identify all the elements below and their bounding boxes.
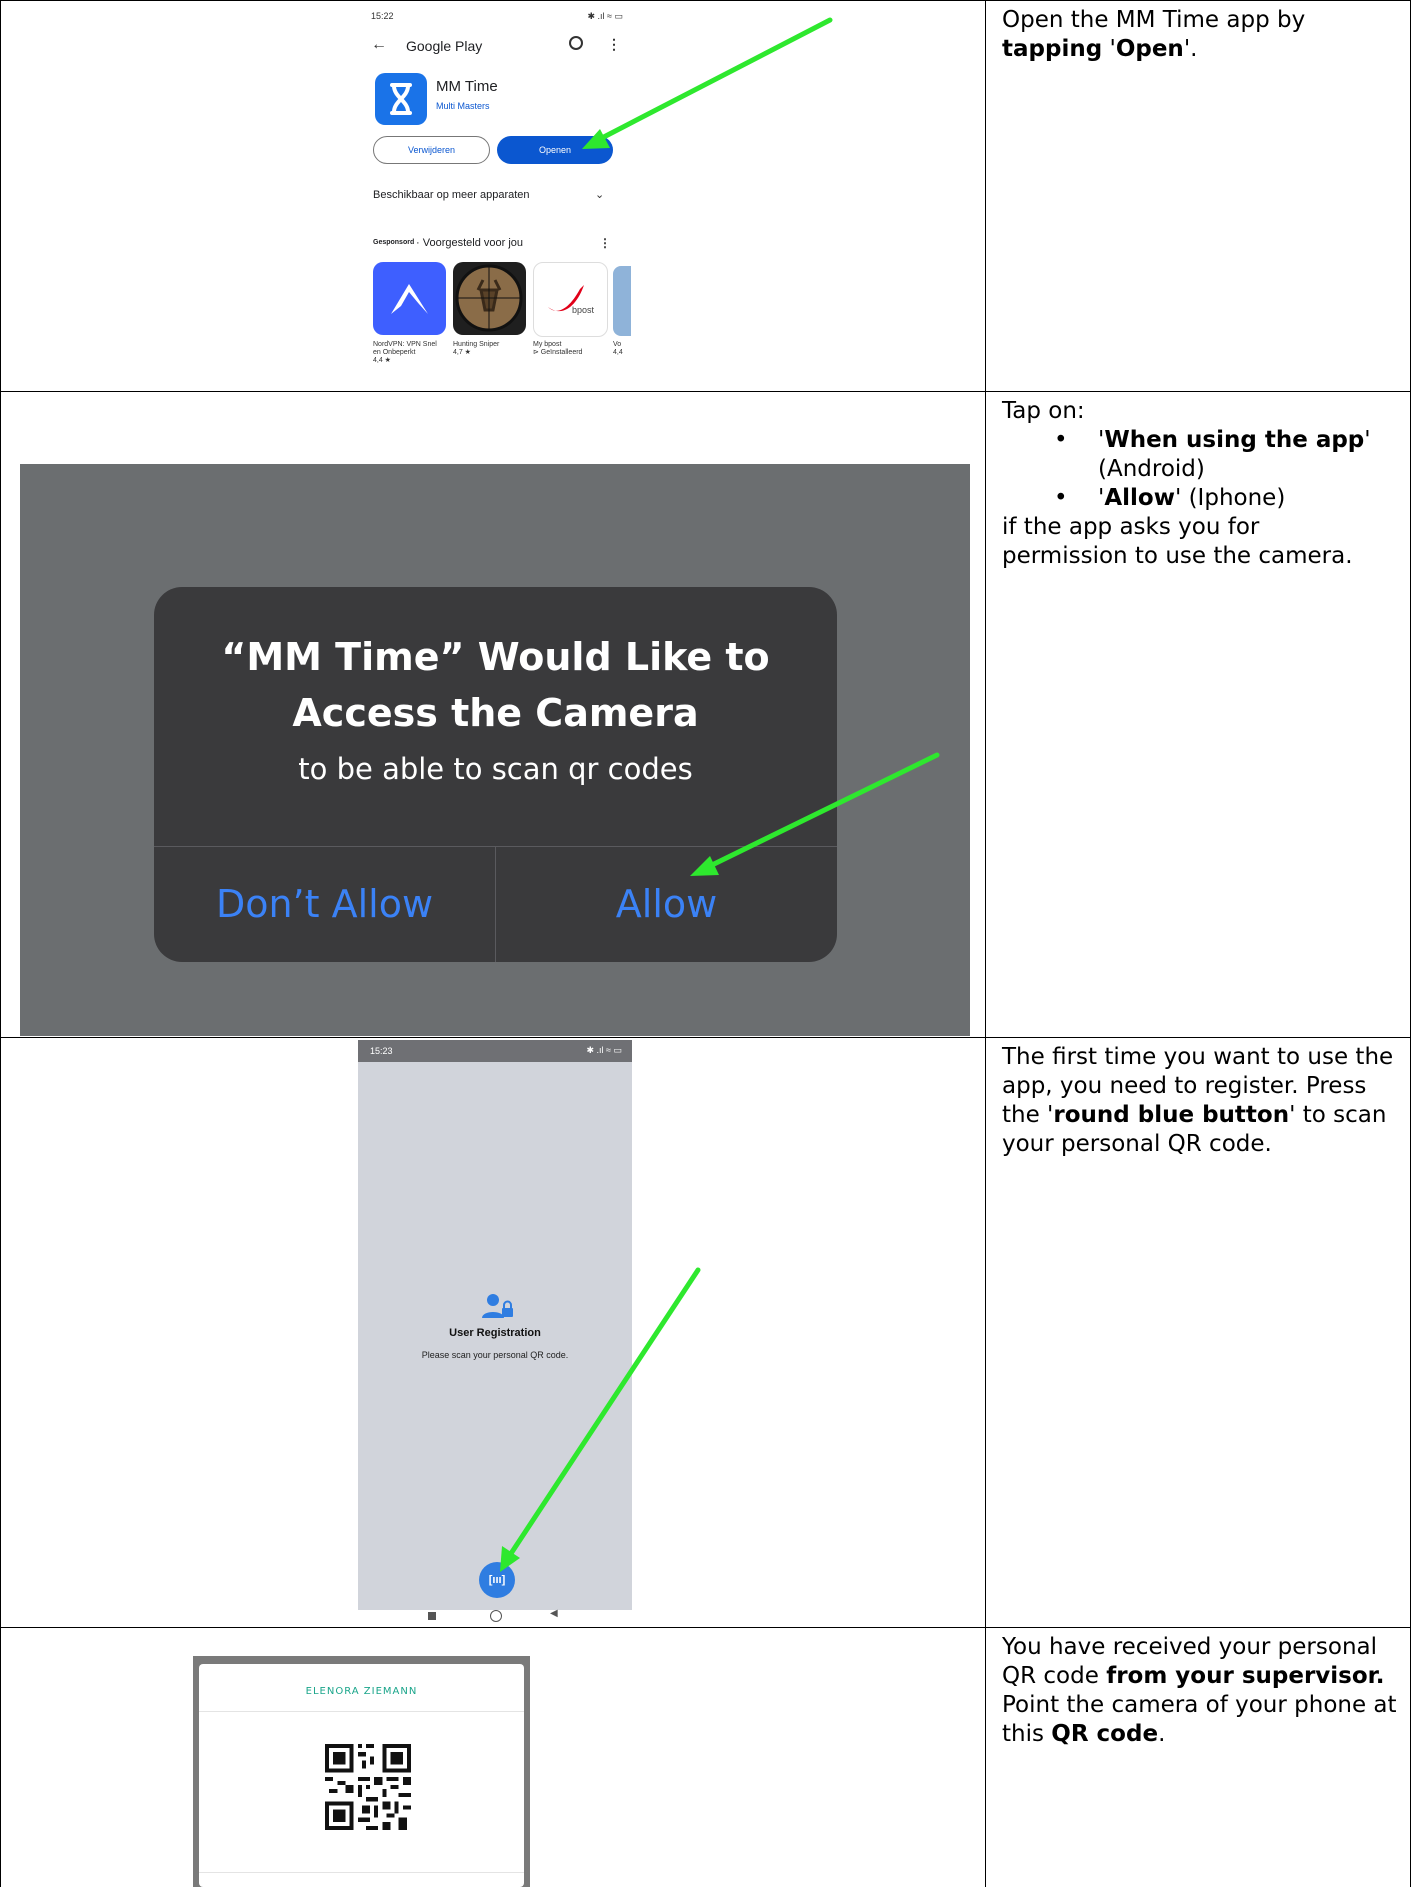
developer-name[interactable]: Multi Masters bbox=[436, 101, 490, 111]
recents-icon[interactable] bbox=[428, 1612, 436, 1620]
status-icons: ✱ .ıl ≈ ▭ bbox=[586, 1045, 623, 1055]
row-divider-1 bbox=[0, 391, 1410, 392]
app-install-status: ⊳ Geïnstalleerd bbox=[533, 349, 583, 356]
qr-card: ELENORA ZIEMANN bbox=[199, 1664, 524, 1887]
more-vert-icon[interactable]: ⋮ bbox=[607, 36, 621, 53]
instruction-bold: round blue button bbox=[1053, 1102, 1290, 1128]
home-icon[interactable] bbox=[490, 1610, 502, 1622]
status-bar: 15:22 ✱ .ıl ≈ ▭ bbox=[371, 11, 623, 25]
back-icon[interactable]: ◀ bbox=[550, 1608, 558, 1619]
row-divider-3 bbox=[0, 1627, 1410, 1628]
uninstall-button-label: Verwijderen bbox=[407, 145, 456, 155]
bullet-iphone: 'Allow' (Iphone) bbox=[1002, 484, 1402, 513]
instruction-open-app: Open the MM Time app by tapping 'Open'. bbox=[1002, 6, 1402, 64]
app-tile-bpost-icon[interactable]: bpost bbox=[533, 262, 608, 337]
registration-screenshot: 15:23 ✱ .ıl ≈ ▭ User Registration Please… bbox=[358, 1040, 632, 1625]
suggested-label: · Voorgesteld voor jou bbox=[416, 237, 524, 249]
instruction-text: ' bbox=[1102, 36, 1116, 62]
row-divider-2 bbox=[0, 1037, 1410, 1038]
bullet-android: 'When using the app'(Android) bbox=[1002, 426, 1402, 484]
allow-button[interactable]: Allow bbox=[496, 847, 837, 962]
suggested-text: Voorgesteld voor jou bbox=[422, 237, 524, 249]
instruction-bold: Allow bbox=[1104, 485, 1175, 511]
app-tile-bpost-name: My bpost ⊳ Geïnstalleerd bbox=[533, 341, 582, 357]
open-button[interactable]: Openen bbox=[497, 136, 613, 164]
registration-screen: User Registration Please scan your perso… bbox=[358, 1062, 632, 1610]
column-divider bbox=[985, 0, 986, 1887]
nav-bar: ◀ bbox=[358, 1608, 632, 1625]
instruction-bold: Open bbox=[1115, 36, 1184, 62]
status-time: 15:22 bbox=[371, 11, 394, 21]
app-name-line: My bpost bbox=[533, 341, 562, 348]
registration-subtitle: Please scan your personal QR code. bbox=[421, 1350, 569, 1360]
qr-card-screenshot: ELENORA ZIEMANN bbox=[193, 1656, 530, 1887]
app-name: MM Time bbox=[436, 78, 498, 95]
status-icons: ✱ .ıl ≈ ▭ bbox=[587, 11, 624, 21]
more-vert-icon[interactable]: ⋮ bbox=[599, 236, 611, 250]
table-border-left bbox=[0, 0, 1, 1887]
app-tile-nordvpn-name: NordVPN: VPN Snel en Onbeperkt 4,4 ★ bbox=[373, 341, 453, 365]
dont-allow-label: Don’t Allow bbox=[215, 882, 434, 926]
instruction-qr-code: You have received your personal QR code … bbox=[1002, 1633, 1402, 1749]
instruction-text: '. bbox=[1183, 36, 1198, 62]
available-devices-label: Beschikbaar op meer apparaten bbox=[373, 189, 530, 201]
table-border-top bbox=[0, 0, 1410, 1]
instruction-text: (Android) bbox=[1098, 456, 1205, 482]
dialog-title-line2: Access the Camera bbox=[292, 691, 699, 735]
app-name-line: Vo bbox=[613, 341, 622, 348]
user-lock-icon bbox=[482, 1292, 514, 1325]
instruction-text: ' (Iphone) bbox=[1174, 485, 1286, 511]
instruction-bold: QR code bbox=[1051, 1721, 1159, 1747]
dont-allow-button[interactable]: Don’t Allow bbox=[154, 847, 495, 962]
scan-qr-button[interactable]: [ııı] bbox=[479, 1562, 515, 1598]
status-bar: 15:23 ✱ .ıl ≈ ▭ bbox=[358, 1040, 632, 1062]
back-arrow-icon[interactable]: ← bbox=[371, 36, 387, 54]
qr-code-image bbox=[325, 1744, 411, 1830]
instruction-bullets: 'When using the app'(Android) 'Allow' (I… bbox=[1002, 426, 1402, 513]
google-play-screenshot: 15:22 ✱ .ıl ≈ ▭ ← Google Play ⋮ MM Time … bbox=[363, 4, 631, 379]
app-name-line: en Onbeperkt bbox=[373, 349, 416, 356]
app-tile-partial-name: Vo 4,4 bbox=[613, 341, 623, 357]
allow-label: Allow bbox=[615, 882, 718, 926]
search-icon[interactable] bbox=[569, 36, 583, 50]
app-tile-hunting-name: Hunting Sniper 4,7 ★ bbox=[453, 341, 499, 357]
barcode-scan-icon: [ııı] bbox=[488, 1574, 506, 1586]
card-bottom-divider bbox=[199, 1872, 524, 1873]
registration-title: User Registration bbox=[449, 1327, 541, 1339]
uninstall-button[interactable]: Verwijderen bbox=[373, 136, 490, 164]
instruction-register: The first time you want to use the app, … bbox=[1002, 1043, 1402, 1159]
instruction-text: . bbox=[1158, 1721, 1166, 1747]
permission-dialog: “MM Time” Would Like to Access the Camer… bbox=[154, 587, 837, 962]
camera-permission-screenshot: “MM Time” Would Like to Access the Camer… bbox=[20, 464, 970, 1036]
bpost-logo-text: bpost bbox=[572, 305, 595, 315]
mm-time-app-icon bbox=[375, 73, 427, 125]
app-name-line: Hunting Sniper bbox=[453, 341, 500, 348]
chevron-down-icon[interactable]: ⌄ bbox=[595, 188, 604, 201]
quote-mark: ' bbox=[1364, 427, 1371, 453]
instruction-outro: if the app asks you for permission to us… bbox=[1002, 514, 1353, 569]
instruction-bold: tapping bbox=[1002, 36, 1103, 62]
dialog-message: to be able to scan qr codes bbox=[298, 752, 693, 786]
app-rating: 4,7 ★ bbox=[453, 349, 471, 356]
instruction-bold: from your supervisor. bbox=[1106, 1663, 1385, 1689]
app-tile-hunting-icon[interactable] bbox=[453, 262, 526, 335]
instruction-bold: When using the app bbox=[1104, 427, 1365, 453]
card-divider bbox=[199, 1711, 524, 1712]
card-owner-name: ELENORA ZIEMANN bbox=[305, 1686, 418, 1697]
dialog-title-line1: “MM Time” Would Like to bbox=[221, 635, 770, 679]
app-rating: 4,4 bbox=[613, 349, 623, 356]
store-title: Google Play bbox=[406, 38, 483, 54]
app-rating: 4,4 ★ bbox=[373, 357, 391, 364]
instruction-camera-permission: Tap on: 'When using the app'(Android) 'A… bbox=[1002, 397, 1402, 571]
instruction-intro: Tap on: bbox=[1002, 398, 1085, 424]
sponsored-label: Gesponsord bbox=[373, 239, 415, 246]
app-tile-nordvpn-icon[interactable] bbox=[373, 262, 446, 335]
table-border-right bbox=[1410, 0, 1411, 1887]
app-tile-partial-icon[interactable] bbox=[613, 266, 631, 336]
instruction-text: Open the MM Time app by bbox=[1002, 7, 1306, 33]
open-button-label: Openen bbox=[538, 145, 572, 155]
app-name-line: NordVPN: VPN Snel bbox=[373, 341, 437, 348]
status-time: 15:23 bbox=[370, 1046, 393, 1056]
